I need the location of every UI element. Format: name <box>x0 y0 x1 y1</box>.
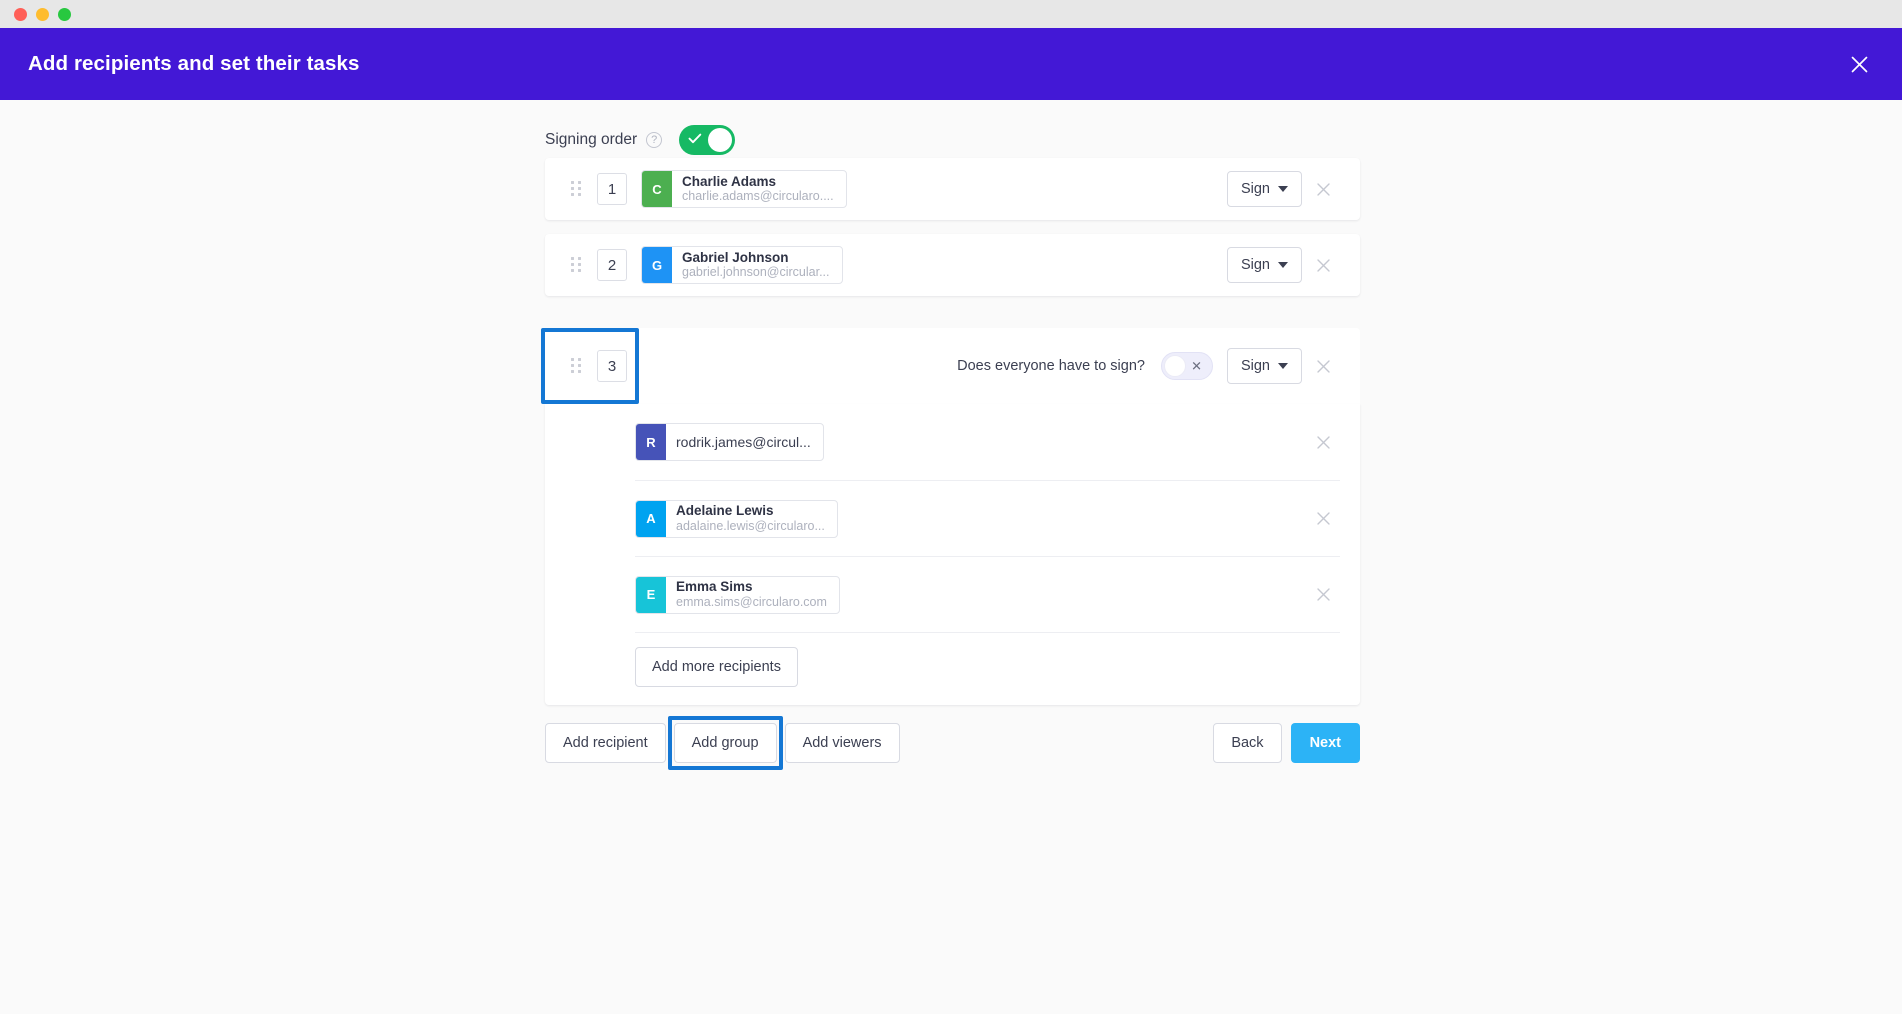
add-recipient-button[interactable]: Add recipient <box>545 723 666 763</box>
chevron-down-icon <box>1278 262 1288 268</box>
member-meta: Emma Sims emma.sims@circularo.com <box>666 577 839 613</box>
signing-order-label: Signing order <box>545 131 637 149</box>
avatar: G <box>642 247 672 283</box>
group-members: R rodrik.james@circul... <box>545 404 1360 705</box>
footer-actions-left: Add recipient Add group Add viewers <box>545 723 900 763</box>
task-dropdown[interactable]: Sign <box>1227 247 1302 283</box>
drag-handle-icon[interactable] <box>571 181 583 197</box>
recipient-name: Gabriel Johnson <box>682 250 830 266</box>
member-chip[interactable]: E Emma Sims emma.sims@circularo.com <box>635 576 840 614</box>
recipient-actions: Sign <box>1217 247 1340 283</box>
avatar: C <box>642 171 672 207</box>
remove-member-icon[interactable] <box>1306 502 1340 536</box>
member-email: rodrik.james@circul... <box>676 434 811 451</box>
window-chrome <box>0 0 1902 28</box>
remove-group-icon[interactable] <box>1306 349 1340 383</box>
window-minimize-dot[interactable] <box>36 8 49 21</box>
add-more-recipients-button[interactable]: Add more recipients <box>635 647 798 687</box>
member-meta: rodrik.james@circul... <box>666 424 823 460</box>
member-actions <box>1306 425 1340 459</box>
remove-member-icon[interactable] <box>1306 425 1340 459</box>
task-dropdown-label: Sign <box>1241 181 1270 197</box>
chevron-down-icon <box>1278 186 1288 192</box>
avatar: E <box>636 577 666 613</box>
recipient-order-input[interactable]: 2 <box>597 249 627 281</box>
group-task-dropdown[interactable]: Sign <box>1227 348 1302 384</box>
member-email: emma.sims@circularo.com <box>676 595 827 610</box>
add-more-recipients-wrap: Add more recipients <box>635 632 1340 705</box>
group-member-row[interactable]: A Adelaine Lewis adalaine.lewis@circular… <box>635 480 1340 556</box>
question-mark-icon[interactable]: ? <box>646 132 662 148</box>
window-close-dot[interactable] <box>14 8 27 21</box>
remove-recipient-icon[interactable] <box>1306 248 1340 282</box>
task-dropdown-label: Sign <box>1241 257 1270 273</box>
chevron-down-icon <box>1278 363 1288 369</box>
recipient-meta: Charlie Adams charlie.adams@circularo...… <box>672 171 846 207</box>
signing-order-toggle[interactable] <box>679 125 735 155</box>
recipient-chip[interactable]: C Charlie Adams charlie.adams@circularo.… <box>641 170 847 208</box>
drag-handle-icon[interactable] <box>571 358 583 374</box>
modal-header: Add recipients and set their tasks <box>0 28 1902 100</box>
remove-recipient-icon[interactable] <box>1306 172 1340 206</box>
remove-member-icon[interactable] <box>1306 578 1340 612</box>
modal-body: Signing order ? 1 C Charlie Adams <box>0 100 1902 1014</box>
next-button[interactable]: Next <box>1291 723 1360 763</box>
add-group-button[interactable]: Add group <box>674 723 777 763</box>
recipient-order-input[interactable]: 1 <box>597 173 627 205</box>
member-name: Emma Sims <box>676 579 827 595</box>
recipient-chip[interactable]: G Gabriel Johnson gabriel.johnson@circul… <box>641 246 843 284</box>
recipient-row[interactable]: 1 C Charlie Adams charlie.adams@circular… <box>545 158 1360 220</box>
recipient-email: charlie.adams@circularo.... <box>682 189 834 204</box>
footer-actions-right: Back Next <box>1213 723 1360 763</box>
toggle-knob <box>1164 355 1186 377</box>
member-actions <box>1306 502 1340 536</box>
add-group-wrap: Add group <box>674 723 777 763</box>
avatar: A <box>636 501 666 537</box>
recipient-name: Charlie Adams <box>682 174 834 190</box>
recipient-actions: Sign <box>1217 171 1340 207</box>
member-actions <box>1306 578 1340 612</box>
drag-handle-icon[interactable] <box>571 257 583 273</box>
recipient-row[interactable]: 2 G Gabriel Johnson gabriel.johnson@circ… <box>545 234 1360 296</box>
member-meta: Adelaine Lewis adalaine.lewis@circularo.… <box>666 501 837 537</box>
window-maximize-dot[interactable] <box>58 8 71 21</box>
group-task-dropdown-label: Sign <box>1241 358 1270 374</box>
footer-actions: Add recipient Add group Add viewers Back… <box>545 723 1360 763</box>
task-dropdown[interactable]: Sign <box>1227 171 1302 207</box>
everyone-must-sign-toggle[interactable]: ✕ <box>1161 352 1213 380</box>
x-icon: ✕ <box>1191 360 1202 373</box>
toggle-knob <box>708 128 732 152</box>
avatar: R <box>636 424 666 460</box>
group-order-input[interactable]: 3 <box>597 350 627 382</box>
member-chip[interactable]: A Adelaine Lewis adalaine.lewis@circular… <box>635 500 838 538</box>
content-column: Signing order ? 1 C Charlie Adams <box>545 100 1360 763</box>
recipient-group: 3 Does everyone have to sign? ✕ Sign <box>545 328 1360 705</box>
everyone-must-sign-label: Does everyone have to sign? <box>957 358 1145 374</box>
add-viewers-button[interactable]: Add viewers <box>785 723 900 763</box>
group-header[interactable]: 3 Does everyone have to sign? ✕ Sign <box>545 328 1360 404</box>
group-actions: Does everyone have to sign? ✕ Sign <box>957 348 1340 384</box>
signing-order-row: Signing order ? <box>545 100 1360 158</box>
close-icon[interactable] <box>1842 47 1876 81</box>
check-icon <box>688 131 702 149</box>
back-button[interactable]: Back <box>1213 723 1281 763</box>
member-chip[interactable]: R rodrik.james@circul... <box>635 423 824 461</box>
member-email: adalaine.lewis@circularo... <box>676 519 825 534</box>
member-name: Adelaine Lewis <box>676 503 825 519</box>
group-member-row[interactable]: E Emma Sims emma.sims@circularo.com <box>635 556 1340 632</box>
recipient-email: gabriel.johnson@circular... <box>682 265 830 280</box>
page-title: Add recipients and set their tasks <box>28 52 360 76</box>
recipient-meta: Gabriel Johnson gabriel.johnson@circular… <box>672 247 842 283</box>
group-member-row[interactable]: R rodrik.james@circul... <box>635 404 1340 480</box>
